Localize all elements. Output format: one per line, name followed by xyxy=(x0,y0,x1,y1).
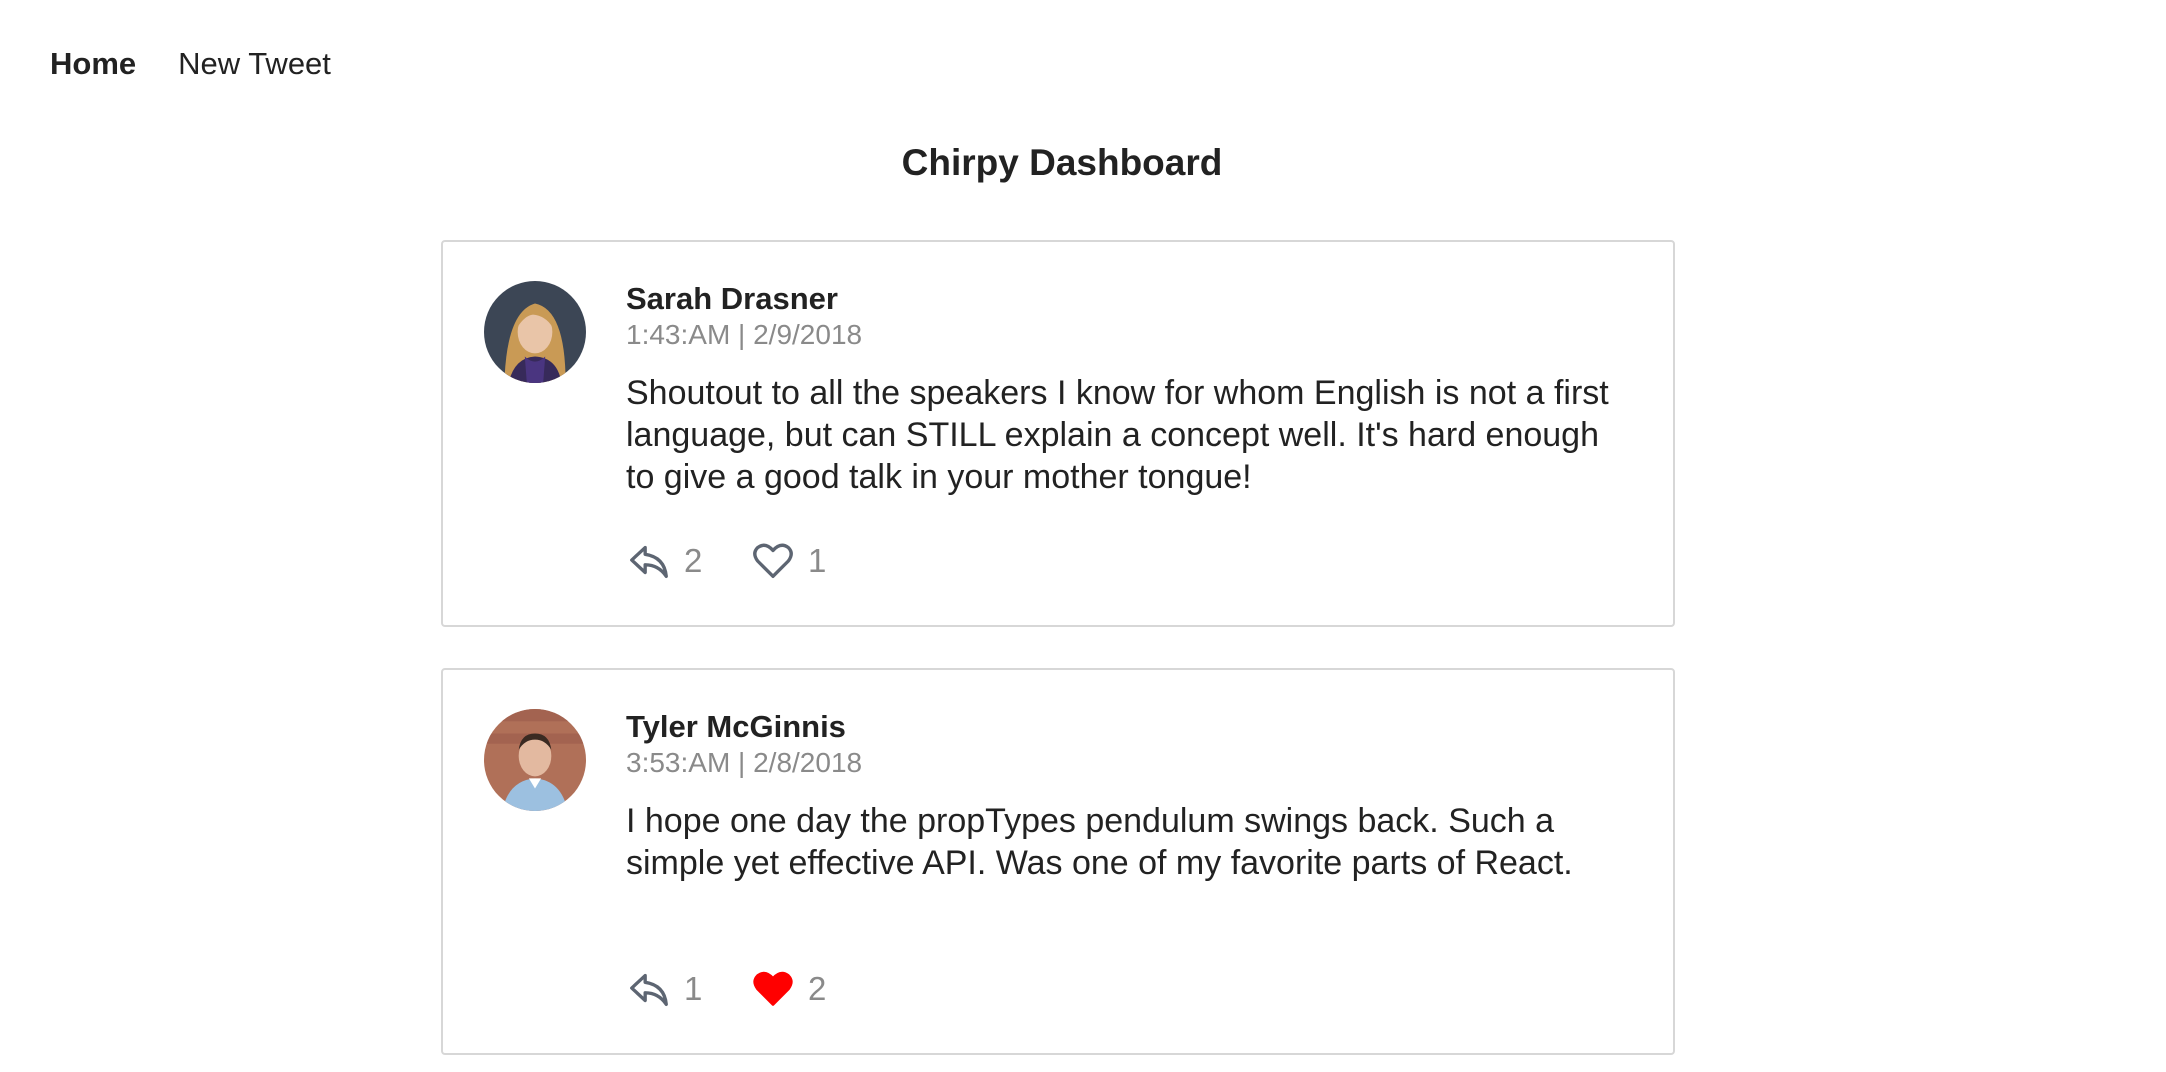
reply-icon[interactable] xyxy=(626,538,672,584)
tweet-timestamp: 1:43:AM | 2/9/2018 xyxy=(626,319,863,350)
tweet-author: Sarah Drasner xyxy=(626,281,838,316)
avatar-image xyxy=(484,281,586,383)
reply-group: 1 xyxy=(626,966,714,1012)
avatar xyxy=(484,709,586,811)
tweet-timestamp: 3:53:AM | 2/8/2018 xyxy=(626,747,863,778)
page-title: Chirpy Dashboard xyxy=(901,142,1223,183)
like-count: 1 xyxy=(808,542,827,579)
page: Home New Tweet Chirpy Dashboard Sarah Dr… xyxy=(0,0,2166,1072)
tweet-text: I hope one day the propTypes pendulum sw… xyxy=(626,802,1573,882)
reply-icon[interactable] xyxy=(626,966,672,1012)
tweet-body: Sarah Drasner 1:43:AM | 2/9/2018 Shoutou… xyxy=(626,280,1636,498)
tweet-card[interactable]: Sarah Drasner 1:43:AM | 2/9/2018 Shoutou… xyxy=(441,240,1675,627)
heart-outline-icon[interactable] xyxy=(750,538,796,584)
like-group: 2 xyxy=(750,966,838,1012)
tweet-text: Shoutout to all the speakers I know for … xyxy=(626,374,1609,496)
avatar xyxy=(484,281,586,383)
nav-home-link[interactable]: Home xyxy=(50,42,136,86)
tweet-body: Tyler McGinnis 3:53:AM | 2/8/2018 I hope… xyxy=(626,708,1636,884)
tweet-list: Sarah Drasner 1:43:AM | 2/9/2018 Shoutou… xyxy=(441,240,1675,1072)
tweet-card[interactable]: Tyler McGinnis 3:53:AM | 2/8/2018 I hope… xyxy=(441,668,1675,1055)
top-nav: Home New Tweet xyxy=(50,42,331,86)
heart-filled-icon[interactable] xyxy=(750,966,796,1012)
tweet-author: Tyler McGinnis xyxy=(626,709,846,744)
nav-new-tweet-link[interactable]: New Tweet xyxy=(178,42,331,86)
reply-group: 2 xyxy=(626,538,714,584)
tweet-actions: 2 1 xyxy=(626,533,838,589)
reply-count: 1 xyxy=(684,970,703,1007)
like-count: 2 xyxy=(808,970,827,1007)
avatar-image xyxy=(484,709,586,811)
like-group: 1 xyxy=(750,538,838,584)
tweet-actions: 1 2 xyxy=(626,961,838,1017)
reply-count: 2 xyxy=(684,542,703,579)
